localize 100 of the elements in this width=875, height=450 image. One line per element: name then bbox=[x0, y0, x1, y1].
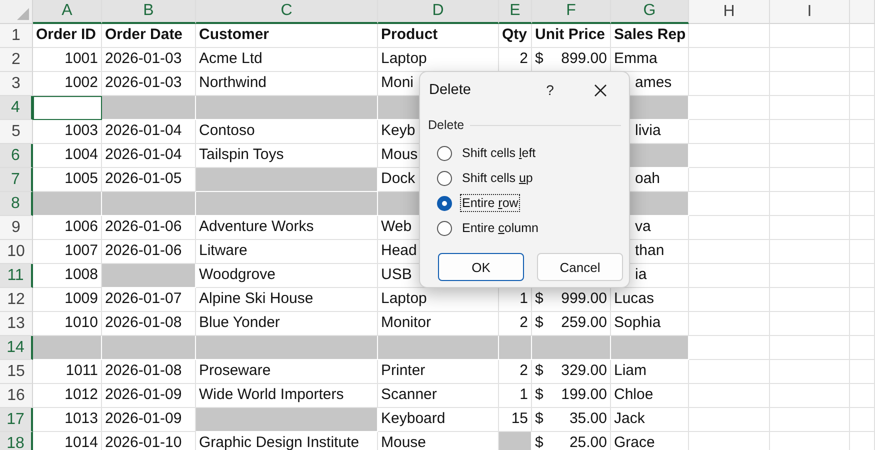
row-header[interactable]: 12 bbox=[0, 288, 33, 312]
table-cell: 1013 bbox=[33, 408, 102, 432]
row-header[interactable]: 4 bbox=[0, 96, 33, 120]
radio-button[interactable] bbox=[437, 170, 452, 186]
column-header[interactable]: B bbox=[102, 0, 196, 24]
empty-cell bbox=[850, 48, 875, 72]
radio-button[interactable] bbox=[437, 146, 452, 160]
help-button[interactable]: ? bbox=[535, 76, 565, 104]
empty-cell bbox=[850, 312, 875, 336]
ok-button[interactable]: OK bbox=[438, 253, 524, 281]
header-cell: Product bbox=[378, 24, 499, 48]
table-cell: 1004 bbox=[33, 144, 102, 168]
table-cell: 2026-01-04 bbox=[102, 120, 196, 144]
header-cell: Customer bbox=[196, 24, 378, 48]
table-cell: 2026-01-06 bbox=[102, 216, 196, 240]
row-header[interactable]: 11 bbox=[0, 264, 33, 288]
table-cell: Alpine Ski House bbox=[196, 288, 378, 312]
row-header[interactable]: 15 bbox=[0, 360, 33, 384]
table-cell: 2026-01-03 bbox=[102, 48, 196, 72]
table-cell: $ 329.00 bbox=[532, 360, 611, 384]
row-header[interactable]: 3 bbox=[0, 72, 33, 96]
header-cell: Qty bbox=[499, 24, 532, 48]
table-cell: $ 35.00 bbox=[532, 408, 611, 432]
table-cell: 2 bbox=[499, 360, 532, 384]
empty-cell bbox=[850, 192, 875, 216]
table-cell: 1 bbox=[499, 384, 532, 408]
dialog-title: Delete bbox=[429, 82, 472, 98]
table-cell: 2026-01-04 bbox=[102, 144, 196, 168]
header-cell: Unit Price bbox=[532, 24, 611, 48]
column-header[interactable]: F bbox=[532, 0, 611, 24]
empty-cell bbox=[850, 360, 875, 384]
table-cell: 2026-01-07 bbox=[102, 288, 196, 312]
column-header[interactable]: H bbox=[689, 0, 770, 24]
row-header[interactable]: 18 bbox=[0, 432, 33, 450]
row-header[interactable]: 13 bbox=[0, 312, 33, 336]
table-cell: Woodgrove bbox=[196, 264, 378, 288]
table-cell: Jack bbox=[611, 408, 689, 432]
table-cell: 2026-01-09 bbox=[102, 384, 196, 408]
column-header[interactable]: D bbox=[378, 0, 499, 24]
empty-cell bbox=[850, 336, 875, 360]
table-cell: 1007 bbox=[33, 240, 102, 264]
triangle-icon bbox=[17, 8, 29, 20]
table-cell: 1011 bbox=[33, 360, 102, 384]
empty-cell bbox=[850, 408, 875, 432]
table-cell: 1001 bbox=[33, 48, 102, 72]
column-header[interactable]: E bbox=[499, 0, 532, 24]
row-header[interactable]: 5 bbox=[0, 120, 33, 144]
empty-cell bbox=[850, 144, 875, 168]
group-label: Delete bbox=[428, 118, 464, 132]
empty-cell bbox=[850, 96, 875, 120]
table-cell: 2026-01-10 bbox=[102, 432, 196, 450]
row-header[interactable]: 8 bbox=[0, 192, 33, 216]
empty-cell bbox=[850, 168, 875, 192]
option-label[interactable]: Entire row bbox=[460, 194, 520, 212]
table-cell: Litware bbox=[196, 240, 378, 264]
header-cell: Order Date bbox=[102, 24, 196, 48]
table-cell: $ 199.00 bbox=[532, 384, 611, 408]
row-header[interactable]: 9 bbox=[0, 216, 33, 240]
empty-cell bbox=[850, 72, 875, 96]
table-cell: Adventure Works bbox=[196, 216, 378, 240]
header-cell: Order ID bbox=[33, 24, 102, 48]
empty-cell bbox=[850, 288, 875, 312]
table-cell: $ 25.00 bbox=[532, 432, 611, 450]
row-header[interactable]: 7 bbox=[0, 168, 33, 192]
empty-cell bbox=[850, 264, 875, 288]
column-header[interactable]: G bbox=[611, 0, 689, 24]
table-cell: Grace bbox=[611, 432, 689, 450]
cancel-button[interactable]: Cancel bbox=[537, 253, 623, 281]
row-header[interactable]: 16 bbox=[0, 384, 33, 408]
table-cell: Keyboard bbox=[378, 408, 499, 432]
empty-cell bbox=[850, 384, 875, 408]
table-cell: Chloe bbox=[611, 384, 689, 408]
row-header[interactable]: 6 bbox=[0, 144, 33, 168]
empty-cell bbox=[850, 24, 875, 48]
table-cell: Acme Ltd bbox=[196, 48, 378, 72]
table-cell: 1003 bbox=[33, 120, 102, 144]
row-header[interactable]: 2 bbox=[0, 48, 33, 72]
table-cell: Liam bbox=[611, 360, 689, 384]
header-cell: Sales Rep bbox=[611, 24, 689, 48]
column-header[interactable]: C bbox=[196, 0, 378, 24]
table-cell: Graphic Design Institute bbox=[196, 432, 378, 450]
table-cell: 1014 bbox=[33, 432, 102, 450]
table-cell: Printer bbox=[378, 360, 499, 384]
column-header[interactable]: I bbox=[770, 0, 850, 24]
row-header[interactable]: 17 bbox=[0, 408, 33, 432]
radio-button[interactable] bbox=[437, 196, 452, 210]
table-cell: 1009 bbox=[33, 288, 102, 312]
empty-cell bbox=[850, 216, 875, 240]
row-header[interactable]: 1 bbox=[0, 24, 33, 48]
table-cell: 1006 bbox=[33, 216, 102, 240]
table-cell: Contoso bbox=[196, 120, 378, 144]
empty-cell bbox=[850, 120, 875, 144]
table-cell: Proseware bbox=[196, 360, 378, 384]
table-cell: 1012 bbox=[33, 384, 102, 408]
radio-button[interactable] bbox=[437, 220, 452, 236]
close-icon bbox=[594, 84, 606, 96]
row-header[interactable]: 14 bbox=[0, 336, 33, 360]
row-header[interactable]: 10 bbox=[0, 240, 33, 264]
column-header[interactable]: A bbox=[33, 0, 102, 24]
empty-cell bbox=[850, 240, 875, 264]
